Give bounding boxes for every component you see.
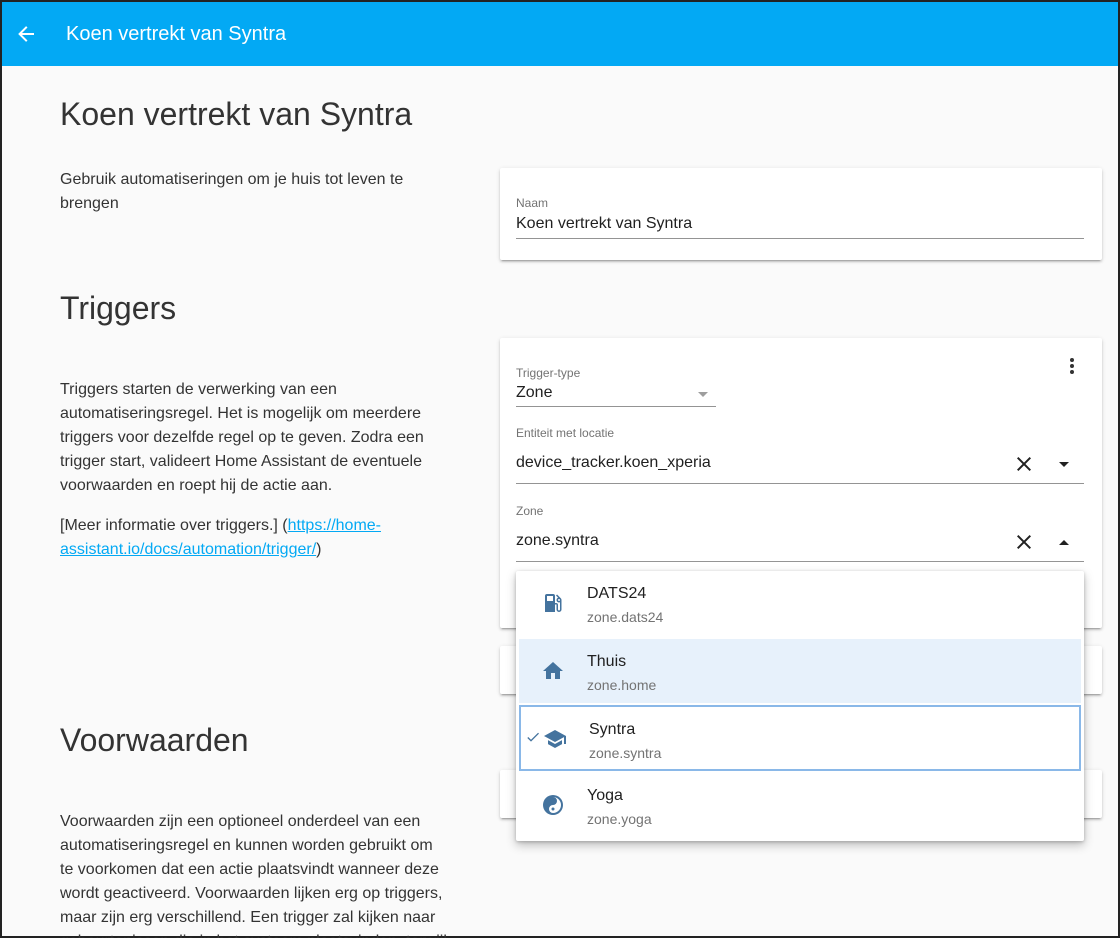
- zone-option-dats24[interactable]: DATS24 zone.dats24: [519, 571, 1081, 635]
- zone-option-syntra[interactable]: Syntra zone.syntra: [519, 705, 1081, 771]
- zone-option-name: Thuis: [587, 653, 627, 670]
- entity-label: Entiteit met locatie: [516, 426, 615, 440]
- zone-option-yoga[interactable]: Yoga zone.yoga: [519, 773, 1081, 837]
- more-options-icon[interactable]: [1056, 350, 1088, 382]
- zone-option-id: zone.dats24: [587, 609, 664, 625]
- app-bar-title: Koen vertrekt van Syntra: [66, 22, 287, 45]
- yin-yang-icon: [541, 793, 565, 817]
- more-info-prefix: [Meer informatie over triggers.] (: [60, 517, 288, 534]
- zone-clear-icon[interactable]: [1008, 526, 1040, 558]
- home-icon: [541, 659, 565, 683]
- back-arrow-icon[interactable]: [6, 14, 46, 54]
- name-label: Naam: [516, 196, 549, 210]
- zone-option-id: zone.yoga: [587, 811, 652, 827]
- entity-dropdown-icon[interactable]: [1048, 448, 1080, 480]
- zone-dropdown-list: DATS24 zone.dats24 Thuis zone.home Syntr…: [516, 571, 1084, 841]
- page-title: Koen vertrekt van Syntra: [60, 96, 413, 132]
- zone-label: Zone: [516, 504, 544, 518]
- trigger-type-label: Trigger-type: [516, 366, 581, 380]
- triggers-more-info: [Meer informatie over triggers.] (https:…: [60, 514, 400, 562]
- zone-option-name: DATS24: [587, 585, 647, 602]
- zone-option-name: Syntra: [589, 721, 636, 738]
- zone-dropdown-open-icon[interactable]: [1048, 526, 1080, 558]
- entity-clear-icon[interactable]: [1008, 448, 1040, 480]
- zone-input[interactable]: zone.syntra: [516, 532, 996, 556]
- gas-station-icon: [541, 591, 565, 615]
- zone-option-home[interactable]: Thuis zone.home: [519, 639, 1081, 703]
- trigger-type-underline: [516, 406, 716, 407]
- name-input[interactable]: Koen vertrekt van Syntra: [516, 215, 1084, 239]
- school-icon: [543, 727, 567, 751]
- name-card: Naam Koen vertrekt van Syntra: [500, 168, 1102, 260]
- zone-option-name: Yoga: [587, 787, 623, 804]
- checkmark-icon: [525, 729, 543, 747]
- more-info-suffix: ): [316, 541, 322, 558]
- main-content: Koen vertrekt van Syntra Gebruik automat…: [2, 66, 1118, 938]
- zone-option-id: zone.syntra: [589, 745, 662, 761]
- page-description: Gebruik automatiseringen om je huis tot …: [60, 171, 404, 212]
- trigger-type-dropdown-icon[interactable]: [698, 392, 708, 397]
- name-input-underline: [516, 238, 1084, 239]
- zone-option-id: zone.home: [587, 677, 657, 693]
- entity-input[interactable]: device_tracker.koen_xperia: [516, 454, 996, 478]
- triggers-description: Triggers starten de verwerking van een a…: [60, 381, 424, 494]
- triggers-title: Triggers: [60, 290, 177, 326]
- trigger-type-select[interactable]: Zone: [516, 384, 716, 406]
- conditions-title: Voorwaarden: [60, 722, 249, 758]
- app-bar: Koen vertrekt van Syntra: [2, 2, 1118, 66]
- zone-underline: [516, 561, 1084, 562]
- entity-underline: [516, 483, 1084, 484]
- conditions-description: Voorwaarden zijn een optioneel onderdeel…: [60, 813, 447, 938]
